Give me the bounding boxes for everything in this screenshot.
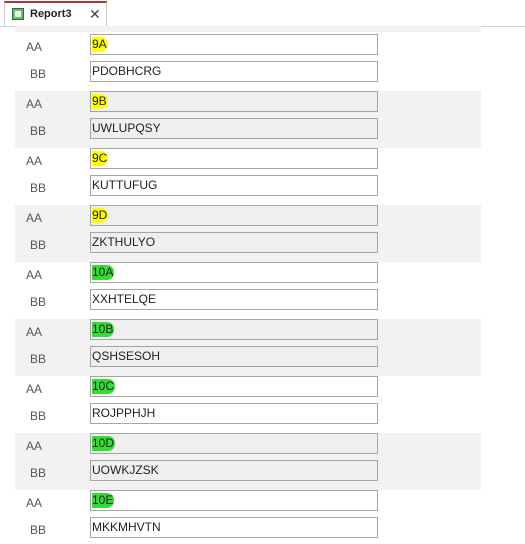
aa-label: AA xyxy=(26,211,43,225)
close-icon[interactable]: ✕ xyxy=(89,5,101,23)
aa-value: 9A xyxy=(92,37,108,52)
bb-field[interactable]: ROJPPHJH xyxy=(90,403,378,424)
aa-label: AA xyxy=(26,382,43,396)
bb-value: QSHSESOH xyxy=(92,349,161,363)
aa-label: AA xyxy=(26,97,43,111)
bb-value: PDOBHCRG xyxy=(92,64,162,78)
record-group: AA 10D BB UOWKJZSK xyxy=(15,433,481,490)
aa-label: AA xyxy=(26,154,43,168)
bb-value: ZKTHULYO xyxy=(92,235,156,249)
aa-field[interactable]: 9D xyxy=(90,205,378,226)
bb-label: BB xyxy=(30,124,47,138)
aa-field[interactable]: 9C xyxy=(90,148,378,169)
bb-value: XXHTELQE xyxy=(92,292,157,306)
bb-field[interactable]: MKKMHVTN xyxy=(90,517,378,538)
aa-value: 9B xyxy=(92,94,108,109)
aa-field[interactable]: 10D xyxy=(90,433,378,454)
aa-value: 10D xyxy=(92,436,116,451)
record-group: AA 9D BB ZKTHULYO xyxy=(15,205,481,262)
bb-value: ROJPPHJH xyxy=(92,406,156,420)
bb-label: BB xyxy=(30,181,47,195)
bb-label: BB xyxy=(30,238,47,252)
tab-title: Report3 xyxy=(30,8,72,20)
bb-value: MKKMHVTN xyxy=(92,520,161,534)
bb-label: BB xyxy=(30,352,47,366)
aa-label: AA xyxy=(26,325,43,339)
bb-label: BB xyxy=(30,409,47,423)
bb-label: BB xyxy=(30,67,47,81)
bb-field[interactable]: UWLUPQSY xyxy=(90,118,378,139)
record-group: AA 10E BB MKKMHVTN xyxy=(15,490,481,544)
aa-label: AA xyxy=(26,496,43,510)
report-top-band xyxy=(15,26,481,32)
record-group: AA 10B BB QSHSESOH xyxy=(15,319,481,376)
bb-field[interactable]: ZKTHULYO xyxy=(90,232,378,253)
bb-value: UOWKJZSK xyxy=(92,463,159,477)
bb-field[interactable]: QSHSESOH xyxy=(90,346,378,367)
aa-label: AA xyxy=(26,40,43,54)
aa-field[interactable]: 10E xyxy=(90,490,378,511)
aa-value: 9C xyxy=(92,151,109,166)
bb-field[interactable]: PDOBHCRG xyxy=(90,61,378,82)
record-group: AA 10C BB ROJPPHJH xyxy=(15,376,481,433)
aa-value: 10C xyxy=(92,379,116,394)
bb-field[interactable]: KUTTUFUG xyxy=(90,175,378,196)
document-tab-bar: Report3 ✕ xyxy=(0,0,525,27)
record-group: AA 9B BB UWLUPQSY xyxy=(15,91,481,148)
aa-value: 10B xyxy=(92,322,115,337)
aa-field[interactable]: 9B xyxy=(90,91,378,112)
bb-value: UWLUPQSY xyxy=(92,121,161,135)
aa-field[interactable]: 10B xyxy=(90,319,378,340)
aa-field[interactable]: 9A xyxy=(90,34,378,55)
aa-field[interactable]: 10A xyxy=(90,262,378,283)
bb-field[interactable]: XXHTELQE xyxy=(90,289,378,310)
bb-field[interactable]: UOWKJZSK xyxy=(90,460,378,481)
aa-label: AA xyxy=(26,439,43,453)
aa-label: AA xyxy=(26,268,43,282)
bb-label: BB xyxy=(30,466,47,480)
bb-value: KUTTUFUG xyxy=(92,178,158,192)
report-body: AA 9A BB PDOBHCRG AA 9B BB UWLUPQSY AA 9… xyxy=(0,26,525,544)
record-group: AA 9C BB KUTTUFUG xyxy=(15,148,481,205)
record-group: AA 9A BB PDOBHCRG xyxy=(15,34,481,91)
bb-label: BB xyxy=(30,295,47,309)
report-icon xyxy=(12,8,24,20)
aa-value: 10A xyxy=(92,265,115,280)
bb-label: BB xyxy=(30,523,47,537)
tab-report3[interactable]: Report3 ✕ xyxy=(4,1,107,26)
aa-field[interactable]: 10C xyxy=(90,376,378,397)
aa-value: 10E xyxy=(92,493,115,508)
aa-value: 9D xyxy=(92,208,109,223)
record-group: AA 10A BB XXHTELQE xyxy=(15,262,481,319)
